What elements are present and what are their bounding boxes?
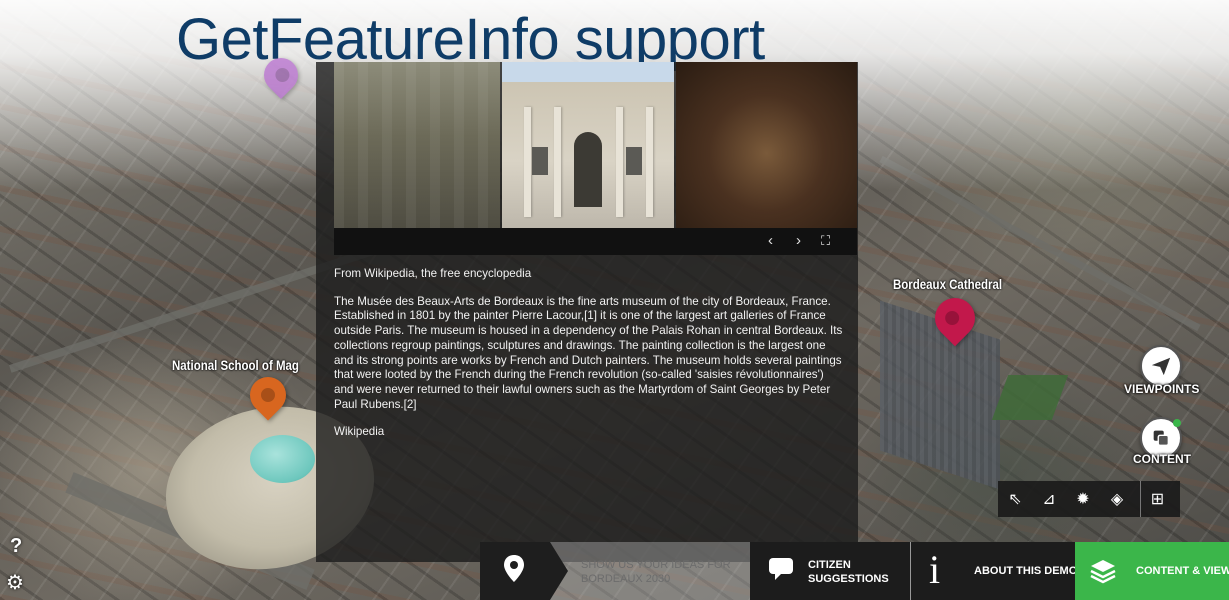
gallery-fullscreen-icon[interactable]: ⛶ xyxy=(821,231,830,251)
citizen-suggestions-button[interactable]: CITIZEN SUGGESTIONS xyxy=(750,542,910,600)
map-toolbar: ⇖ ⊿ ✹ ◈ ⊞ xyxy=(998,481,1180,517)
popup-source-heading: From Wikipedia, the free encyclopedia xyxy=(334,267,532,280)
layers-stack-icon xyxy=(1090,560,1116,584)
speech-bubble-icon xyxy=(769,558,793,580)
gallery-next-icon[interactable]: › xyxy=(796,231,801,251)
about-label: ABOUT THIS DEMO xyxy=(974,565,1078,577)
feature-info-popup: ‹ › ⛶ From Wikipedia, the free encyclope… xyxy=(316,62,858,562)
image-gallery xyxy=(334,62,857,228)
gallery-photo-painting[interactable] xyxy=(676,62,857,228)
help-icon[interactable]: ? xyxy=(10,535,22,558)
layers-icon[interactable]: ◈ xyxy=(1100,481,1134,517)
content-stack-icon xyxy=(1153,430,1170,447)
content-active-dot xyxy=(1173,419,1181,427)
popup-footer-link[interactable]: Wikipedia xyxy=(334,425,844,440)
location-pin-icon xyxy=(504,555,524,582)
content-label[interactable]: CONTENT xyxy=(1133,452,1191,466)
poi-label-national-school: National School of Mag xyxy=(172,357,299,373)
ideas-label-line1: SHOW US YOUR IDEAS FOR xyxy=(581,559,731,571)
content-views-label: CONTENT & VIEWS xyxy=(1136,565,1229,577)
suggestions-label-line2: SUGGESTIONS xyxy=(808,572,889,585)
gallery-photo-museum-facade[interactable] xyxy=(502,62,674,228)
popup-body: The Musée des Beaux-Arts de Bordeaux is … xyxy=(334,294,843,411)
gallery-photo-river[interactable] xyxy=(334,62,500,228)
about-demo-button[interactable]: i ABOUT THIS DEMO xyxy=(910,542,1078,600)
ideas-button[interactable]: SHOW US YOUR IDEAS FOR BORDEAUX 2030 xyxy=(480,542,750,600)
poi-label-bordeaux-cathedral: Bordeaux Cathedral xyxy=(893,276,1003,292)
ideas-icon-block xyxy=(480,542,568,600)
gallery-controls: ‹ › ⛶ xyxy=(334,228,857,255)
ideas-label-line2: BORDEAUX 2030 xyxy=(581,572,671,585)
sun-icon[interactable]: ✹ xyxy=(1066,481,1100,517)
suggestions-label: CITIZEN SUGGESTIONS xyxy=(808,559,889,587)
suggestions-label-line1: CITIZEN xyxy=(808,559,851,571)
viewpoints-label[interactable]: VIEWPOINTS xyxy=(1124,382,1199,396)
popup-text: From Wikipedia, the free encyclopedia Th… xyxy=(334,267,844,453)
info-icon: i xyxy=(929,547,941,592)
paper-plane-icon xyxy=(1151,357,1171,376)
bottom-nav-bar: SHOW US YOUR IDEAS FOR BORDEAUX 2030 CIT… xyxy=(480,542,1229,600)
measure-angle-icon[interactable]: ⊿ xyxy=(1032,481,1066,517)
viewpoints-button[interactable] xyxy=(1140,345,1182,387)
content-views-button[interactable]: CONTENT & VIEWS xyxy=(1075,542,1229,600)
map-green-area xyxy=(991,375,1069,420)
settings-gear-icon[interactable]: ⚙ xyxy=(6,570,24,595)
grid-icon[interactable]: ⊞ xyxy=(1140,481,1174,517)
gallery-prev-icon[interactable]: ‹ xyxy=(768,231,773,251)
select-arrow-icon[interactable]: ⇖ xyxy=(998,481,1032,517)
ideas-label: SHOW US YOUR IDEAS FOR BORDEAUX 2030 xyxy=(581,559,731,587)
map-pool xyxy=(250,435,315,483)
